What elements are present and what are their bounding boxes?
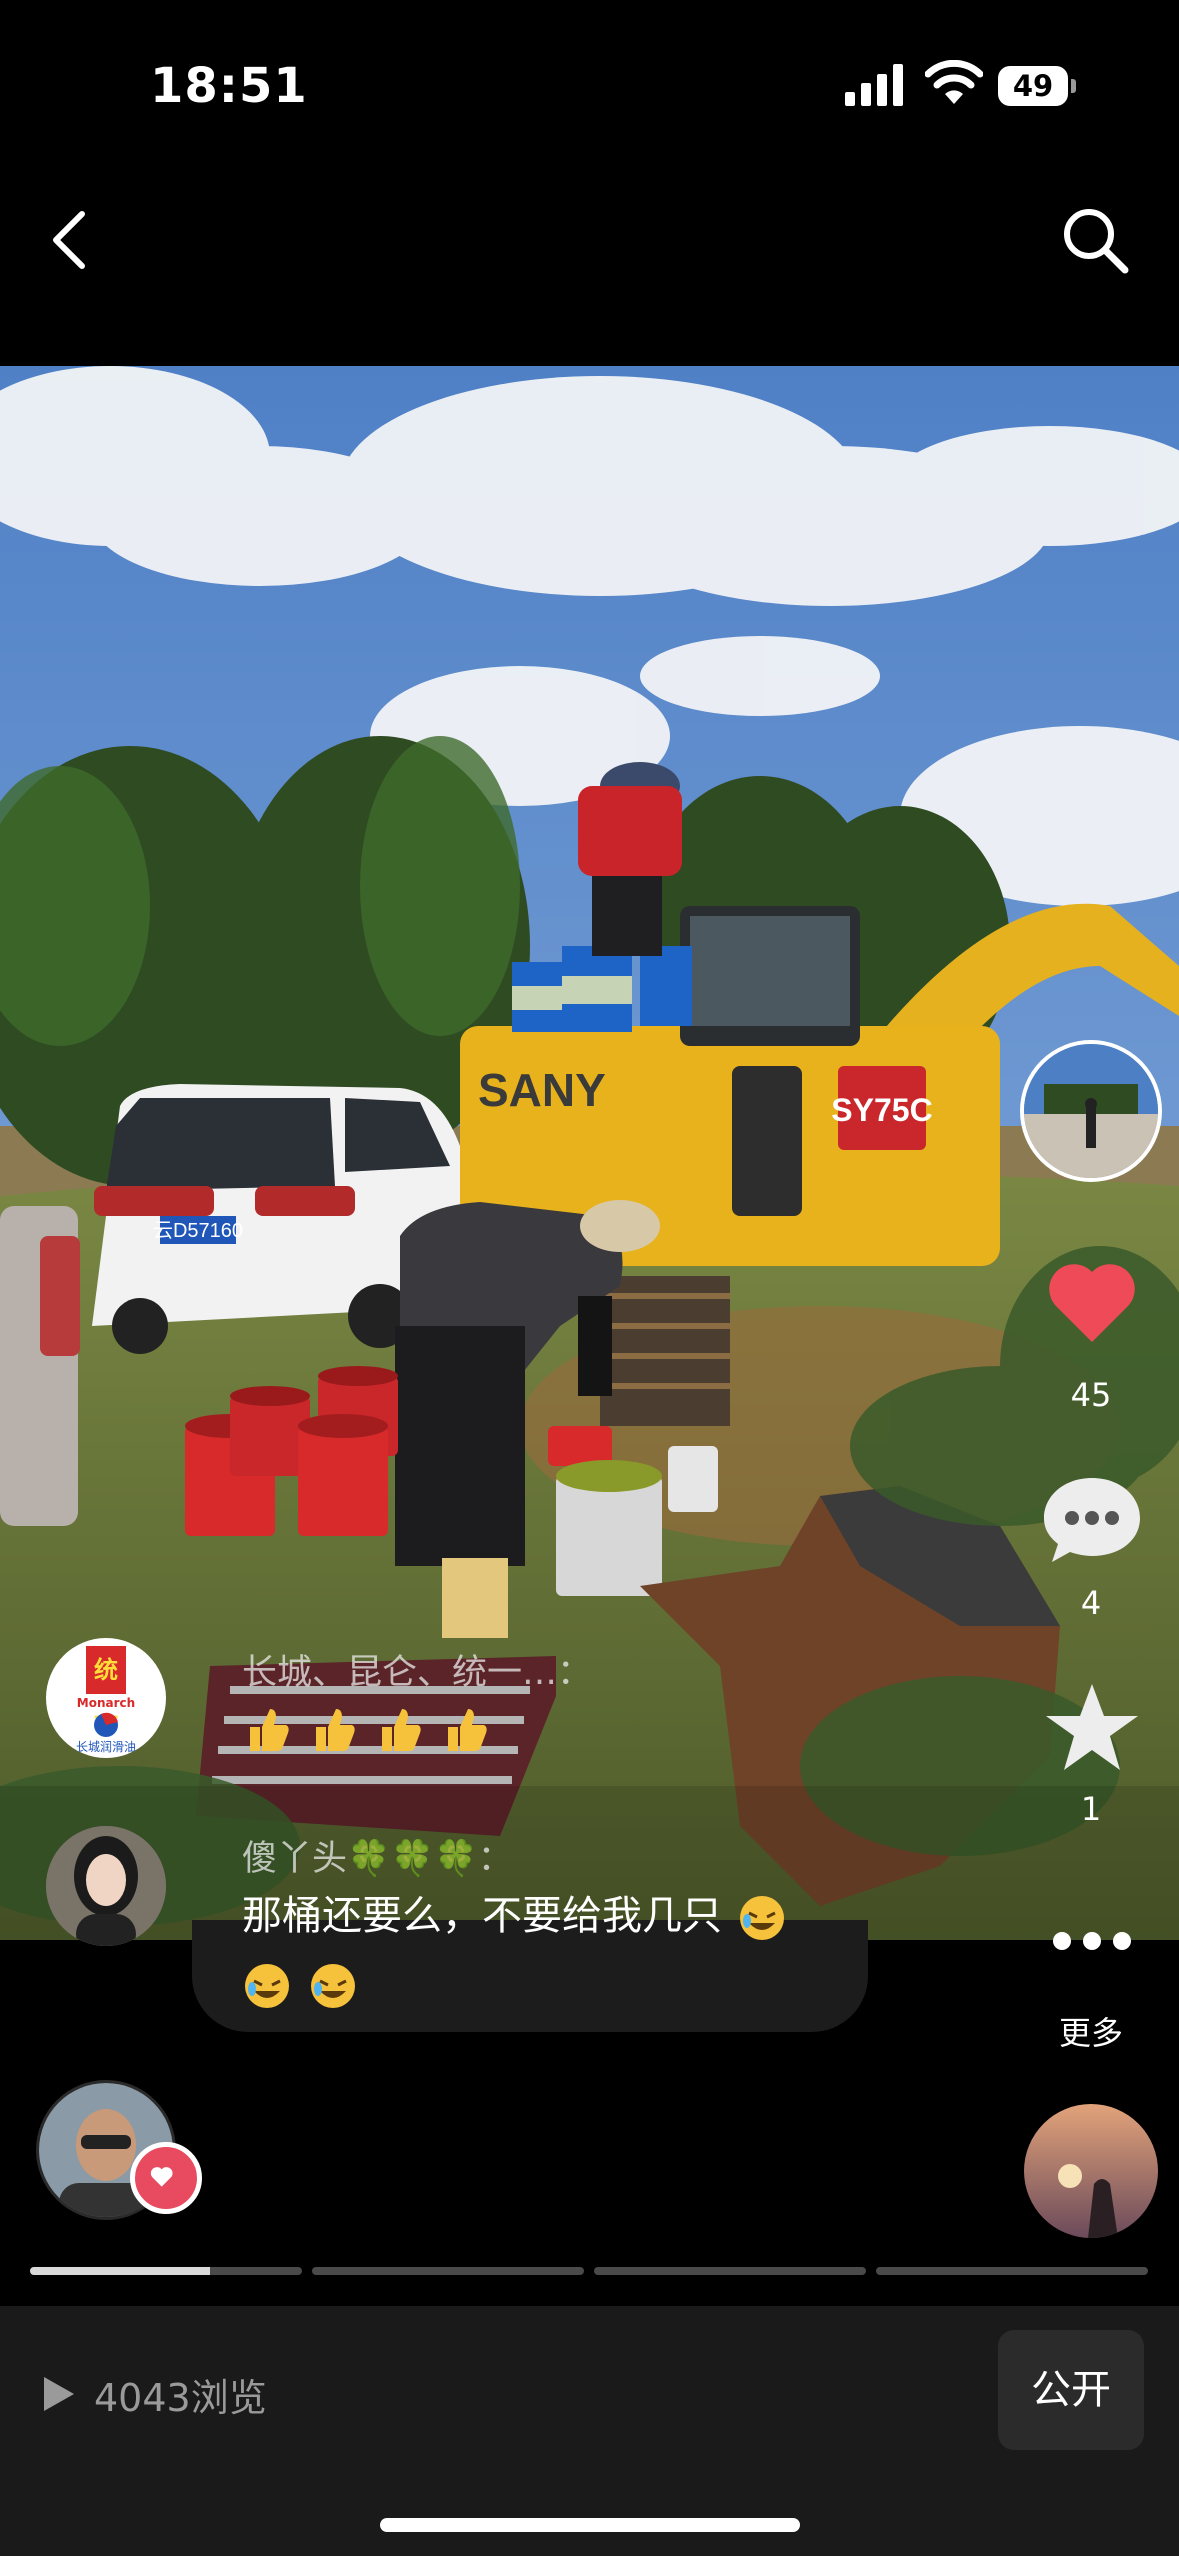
commenter-avatar-woman[interactable] — [46, 1826, 166, 1946]
battery-icon: 49 — [998, 66, 1076, 106]
post-photo[interactable]: 云D57160 SANY SY75C — [0, 366, 1179, 1940]
like-count: 45 — [1070, 1376, 1112, 1414]
avatar-portrait — [46, 1826, 166, 1946]
comment-text — [242, 1694, 506, 1762]
thumbs-up-emoji-icon — [316, 1709, 355, 1751]
heart-icon[interactable] — [1040, 1250, 1144, 1354]
progress-segment — [30, 2267, 302, 2275]
heart-badge-icon — [130, 2142, 202, 2214]
location-photo — [1024, 1044, 1158, 1178]
excavator-scene-illustration: 云D57160 SANY SY75C — [0, 366, 1179, 1940]
progress-segment — [876, 2267, 1148, 2275]
brand-swirl-icon — [94, 1712, 118, 1737]
view-count-text: 4043浏览 — [94, 2375, 267, 2420]
rolling-laughing-emoji-icon — [245, 1964, 289, 2008]
rolling-laughing-emoji-icon — [739, 1896, 784, 1940]
star-icon[interactable] — [1040, 1676, 1144, 1780]
view-count: 4043浏览 — [40, 2368, 267, 2420]
chevron-left-icon[interactable] — [38, 200, 98, 280]
excavator-brand: SANY — [478, 1064, 606, 1116]
brand-logo: 统一 — [86, 1646, 126, 1732]
comment-count: 4 — [1080, 1584, 1102, 1622]
sunset-portrait — [1024, 2104, 1158, 2238]
rolling-laughing-emoji-icon — [311, 1964, 355, 2008]
next-post-avatar[interactable] — [1024, 2104, 1158, 2238]
status-time: 18:51 — [150, 58, 308, 114]
comment-author-name: 长城、昆仑、统一…： — [242, 1653, 593, 1693]
more-label[interactable]: 更多 — [1020, 2008, 1162, 2054]
brand-logo-caption: 长城润滑油 — [75, 1740, 136, 1754]
public-button[interactable]: 公开 — [998, 2330, 1144, 2450]
play-icon — [44, 2377, 74, 2411]
thumbs-up-emoji-icon — [382, 1709, 421, 1751]
more-dots-icon[interactable] — [1040, 1916, 1144, 1966]
comment-bubble-icon[interactable] — [1040, 1466, 1144, 1570]
progress-segment — [312, 2267, 584, 2275]
comment-author-name: 傻丫头🍀🍀🍀： — [242, 1839, 513, 1879]
thumbs-up-emoji-icon — [250, 1709, 289, 1751]
battery-level: 49 — [998, 66, 1068, 106]
home-indicator[interactable] — [380, 2518, 800, 2532]
cellular-signal-icon — [845, 64, 903, 106]
favorite-count: 1 — [1080, 1790, 1102, 1828]
brand-logo-sub: Monarch — [76, 1696, 136, 1710]
search-icon[interactable] — [1055, 200, 1135, 280]
location-thumbnail[interactable] — [1020, 1040, 1162, 1182]
like-heart-shape — [1049, 1264, 1135, 1342]
thumbs-up-emoji-icon — [448, 1709, 487, 1751]
comment-text: 那桶还要么，不要给我几只 — [242, 1882, 803, 2018]
car-license-plate: 云D57160 — [153, 1220, 243, 1242]
excavator-model: SY75C — [831, 1092, 932, 1128]
progress-segment — [594, 2267, 866, 2275]
comment-text-line: 那桶还要么，不要给我几只 — [242, 1893, 722, 1939]
commenter-avatar-brand[interactable]: 统一 Monarch 长城润滑油 — [46, 1638, 166, 1758]
wifi-icon — [925, 60, 983, 104]
